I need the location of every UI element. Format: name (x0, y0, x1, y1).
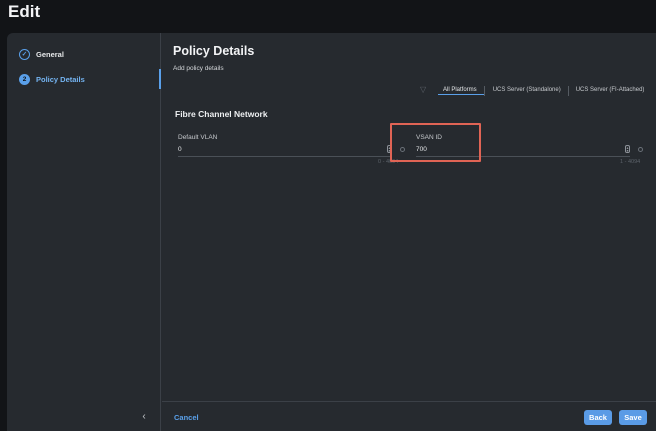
save-button[interactable]: Save (619, 410, 647, 425)
content-subtitle: Add policy details (173, 65, 224, 72)
default-vlan-input[interactable]: 0 (178, 145, 392, 157)
tab-all-platforms[interactable]: All Platforms (438, 87, 484, 95)
default-vlan-label: Default VLAN (178, 134, 218, 141)
content-title: Policy Details (173, 44, 255, 58)
page-title: Edit (8, 2, 41, 21)
vsan-id-stepper[interactable]: ▴ ▾ (625, 145, 630, 153)
tab-ucs-standalone[interactable]: UCS Server (Standalone) (485, 87, 568, 95)
wizard-footer: Cancel Back Save (162, 401, 656, 431)
vsan-id-info-icon[interactable] (638, 147, 643, 152)
cancel-button[interactable]: Cancel (174, 413, 199, 422)
step-policy-details[interactable]: 2 Policy Details (19, 70, 85, 88)
step-policy-details-label: Policy Details (36, 74, 85, 84)
tab-ucs-fi-attached[interactable]: UCS Server (FI-Attached) (569, 87, 652, 95)
platform-tabs: All Platforms UCS Server (Standalone) UC… (438, 86, 651, 96)
edit-panel: ✓ General 2 Policy Details ‹ Policy Deta… (7, 33, 656, 431)
vsan-id-highlight-box (390, 123, 481, 162)
step-number-badge: 2 (19, 73, 30, 85)
active-step-indicator (159, 69, 161, 89)
step-general-label: General (36, 49, 64, 59)
section-title: Fibre Channel Network (175, 109, 268, 119)
collapse-sidebar-icon[interactable]: ‹ (139, 411, 149, 422)
back-button[interactable]: Back (584, 410, 612, 425)
vsan-id-range-hint: 1 - 4094 (620, 159, 641, 165)
step-general[interactable]: ✓ General (19, 45, 64, 63)
filter-icon[interactable]: ▽ (420, 85, 429, 94)
wizard-sidebar: ✓ General 2 Policy Details ‹ (7, 33, 161, 431)
check-icon: ✓ (19, 48, 30, 60)
policy-details-content: Policy Details Add policy details ▽ All … (162, 33, 656, 401)
